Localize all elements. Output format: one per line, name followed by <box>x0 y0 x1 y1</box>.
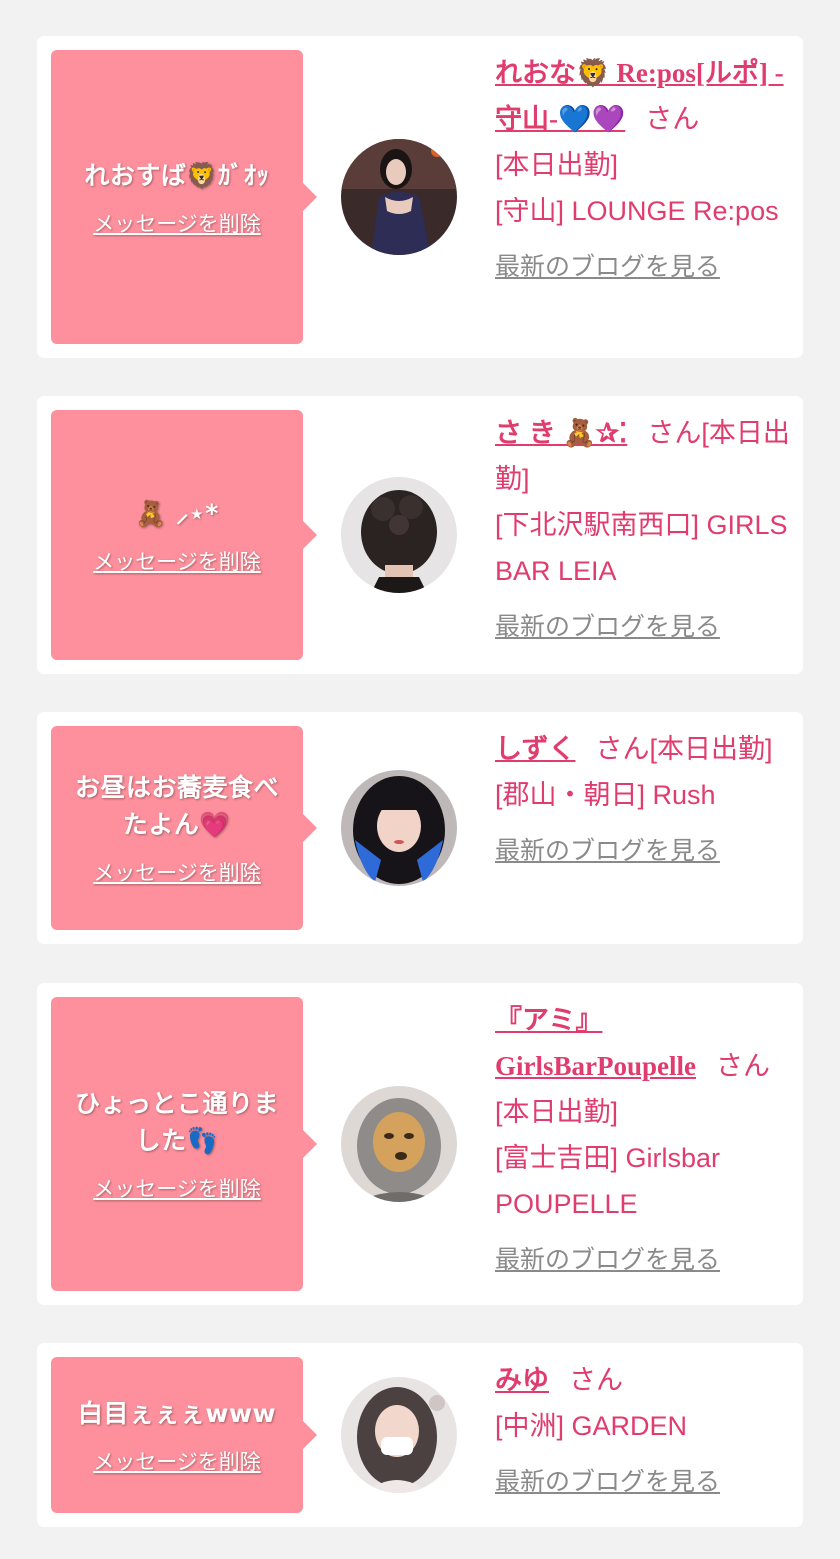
shop-text: [守山] LOUNGE Re:pos <box>495 196 779 226</box>
girl-name-link[interactable]: しずく <box>495 734 575 764</box>
girl-card: お昼はお蕎麦食べたよん💗 メッセージを削除 しずく さん[本日出勤] [郡山・朝日… <box>37 712 803 944</box>
honorific: さん <box>569 1365 623 1395</box>
status-text: [本日出勤] <box>649 734 773 764</box>
girl-card: れおすば🦁ｶﾞｵｯ メッセージを削除 れおな🦁 Re:pos[ルポ] -守山-💙… <box>37 36 803 358</box>
girl-info: しずく さん[本日出勤] [郡山・朝日] Rush 最新のブログを見る <box>495 726 795 868</box>
delete-message-link[interactable]: メッセージを削除 <box>93 546 261 576</box>
avatar[interactable] <box>341 1086 457 1202</box>
girl-info: みゆ さん [中洲] GARDEN 最新のブログを見る <box>495 1357 795 1499</box>
message-text: 🧸 ⸝⋆* <box>135 498 219 528</box>
message-text: お昼はお蕎麦食べたよん💗 <box>74 773 279 839</box>
message-bubble: 🧸 ⸝⋆* メッセージを削除 <box>51 410 317 660</box>
message-bubble: ひょっとこ通りました👣 メッセージを削除 <box>51 997 317 1291</box>
message-bubble: れおすば🦁ｶﾞｵｯ メッセージを削除 <box>51 50 317 344</box>
message-text: ひょっとこ通りました👣 <box>74 1089 279 1155</box>
delete-message-link[interactable]: メッセージを削除 <box>93 857 261 887</box>
avatar[interactable] <box>341 477 457 593</box>
latest-blog-link[interactable]: 最新のブログを見る <box>495 610 795 644</box>
message-bubble: お昼はお蕎麦食べたよん💗 メッセージを削除 <box>51 726 317 930</box>
girl-name-link[interactable]: みゆ <box>495 1365 549 1395</box>
message-text: れおすば🦁ｶﾞｵｯ <box>84 160 270 190</box>
message-bubble: 白目ぇぇぇwww メッセージを削除 <box>51 1357 317 1513</box>
shop-text: [富士吉田] Girlsbar POUPELLE <box>495 1143 721 1219</box>
honorific: さん <box>715 1051 770 1081</box>
delete-message-link[interactable]: メッセージを削除 <box>93 1446 261 1476</box>
girl-name-link[interactable]: さ き 🧸✰⁚ <box>495 418 627 448</box>
shop-text: [郡山・朝日] Rush <box>495 780 716 810</box>
message-text: 白目ぇぇぇwww <box>77 1398 277 1428</box>
shop-text: [中洲] GARDEN <box>495 1411 688 1441</box>
delete-message-link[interactable]: メッセージを削除 <box>93 1173 261 1203</box>
honorific: さん <box>645 104 700 134</box>
latest-blog-link[interactable]: 最新のブログを見る <box>495 834 795 868</box>
girl-card: ひょっとこ通りました👣 メッセージを削除 『アミ』GirlsBarPoupell… <box>37 983 803 1305</box>
girl-card: 白目ぇぇぇwww メッセージを削除 みゆ さん [中洲] GARDEN 最新のブロ… <box>37 1343 803 1527</box>
status-text: [本日出勤] <box>495 150 619 180</box>
avatar[interactable] <box>341 770 457 886</box>
shop-text: [下北沢駅南西口] GIRLS BAR LEIA <box>495 510 788 586</box>
avatar[interactable] <box>341 1377 457 1493</box>
girl-card: 🧸 ⸝⋆* メッセージを削除 さ き 🧸✰⁚ さん[本日出勤] [下北沢駅南西口]… <box>37 396 803 674</box>
girl-name-link[interactable]: 『アミ』GirlsBarPoupelle <box>495 1005 696 1081</box>
girl-info: 『アミ』GirlsBarPoupelle さん [本日出勤] [富士吉田] Girl… <box>495 997 795 1277</box>
latest-blog-link[interactable]: 最新のブログを見る <box>495 1465 795 1499</box>
honorific: さん <box>647 418 702 448</box>
girl-info: さ き 🧸✰⁚ さん[本日出勤] [下北沢駅南西口] GIRLS BAR LEIA… <box>495 410 795 644</box>
latest-blog-link[interactable]: 最新のブログを見る <box>495 250 795 284</box>
girl-info: れおな🦁 Re:pos[ルポ] -守山-💙💜 さん [本日出勤] [守山] LOU… <box>495 50 795 284</box>
girl-name-link[interactable]: れおな🦁 Re:pos[ルポ] -守山-💙💜 <box>495 58 784 134</box>
latest-blog-link[interactable]: 最新のブログを見る <box>495 1243 795 1277</box>
avatar[interactable] <box>341 139 457 255</box>
honorific: さん <box>595 734 650 764</box>
status-text: [本日出勤] <box>495 1097 619 1127</box>
delete-message-link[interactable]: メッセージを削除 <box>93 208 261 238</box>
